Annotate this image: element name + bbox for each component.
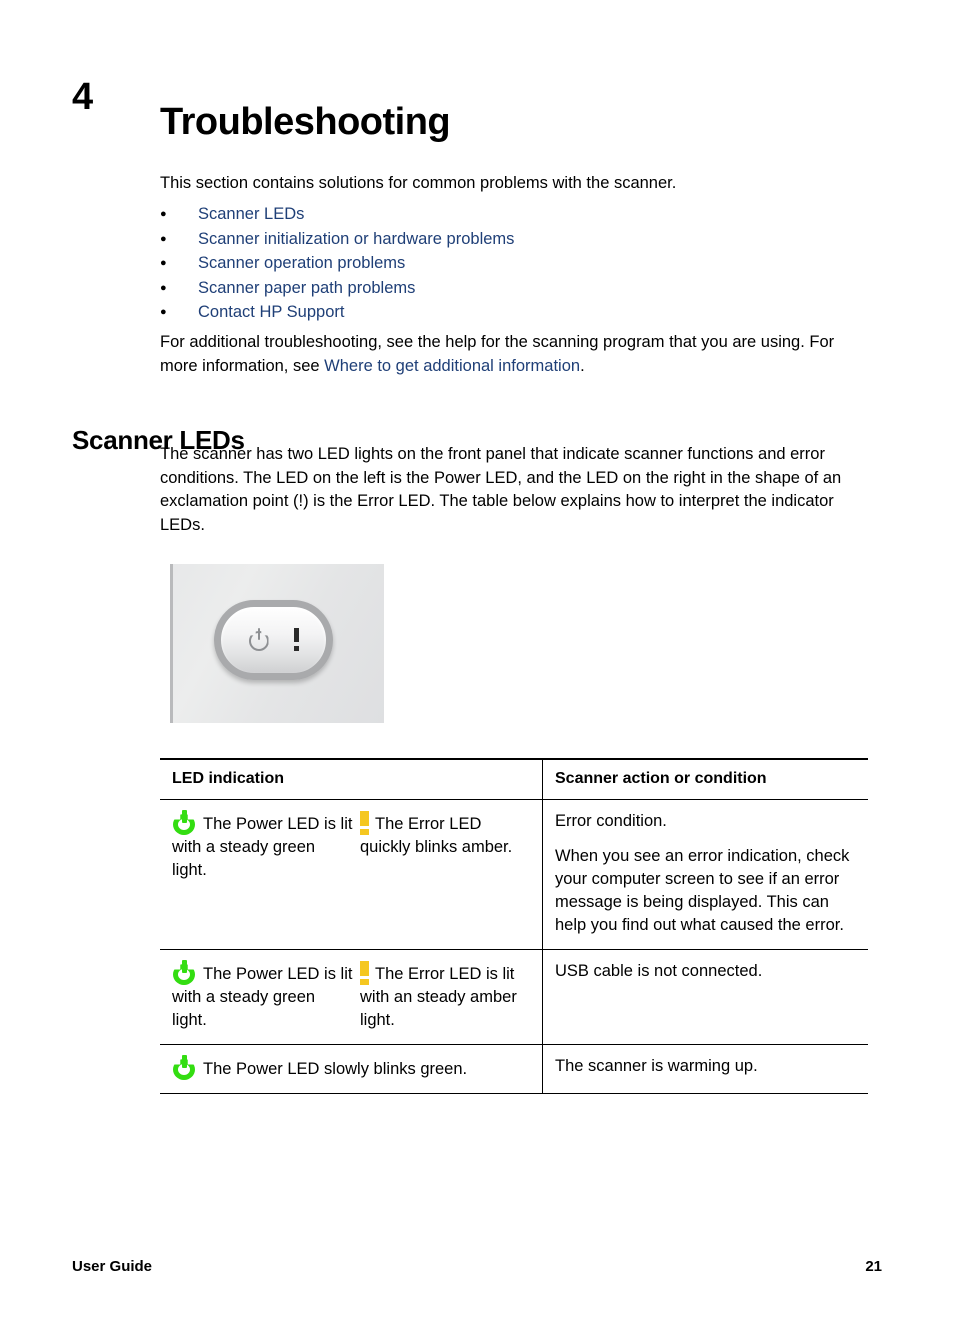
scanner-condition-cell: The scanner is warming up. xyxy=(542,1044,868,1094)
link-scanner-leds[interactable]: Scanner LEDs xyxy=(198,205,304,223)
document-page: 4 Troubleshooting This section contains … xyxy=(0,0,954,1321)
led-indication-table: LED indication Scanner action or conditi… xyxy=(160,758,868,1094)
condition-text-secondary: When you see an error indication, check … xyxy=(555,847,850,934)
footer-page-number: 21 xyxy=(865,1258,882,1275)
intro-block: This section contains solutions for comm… xyxy=(160,172,875,196)
list-item: Scanner LEDs xyxy=(160,201,875,227)
link-where-to-get-additional-information[interactable]: Where to get additional information xyxy=(324,357,580,375)
power-led-green-icon xyxy=(172,810,197,835)
power-led-text: The Power LED is lit with a steady green… xyxy=(172,815,353,879)
power-led-description: The Power LED slowly blinks green. xyxy=(172,1055,473,1081)
error-led-amber-icon xyxy=(360,810,369,835)
power-led-text: The Power LED slowly blinks green. xyxy=(203,1060,468,1078)
page-footer: User Guide 21 xyxy=(72,1258,882,1275)
button-glyphs xyxy=(248,628,299,651)
list-item: Scanner initialization or hardware probl… xyxy=(160,226,875,252)
additional-line2-suffix: . xyxy=(580,356,585,375)
link-scanner-operation[interactable]: Scanner operation problems xyxy=(198,254,405,272)
power-symbol-icon xyxy=(248,628,271,651)
led-indication-cell: The Power LED is lit with a steady green… xyxy=(160,799,543,950)
chapter-number: 4 xyxy=(72,76,93,118)
power-led-description: The Power LED is lit with a steady green… xyxy=(172,960,360,1032)
condition-text-primary: USB cable is not connected. xyxy=(555,962,763,980)
scanner-power-button-graphic xyxy=(214,600,333,680)
link-scanner-initialization[interactable]: Scanner initialization or hardware probl… xyxy=(198,230,514,248)
page-title: Troubleshooting xyxy=(160,101,451,144)
power-led-green-icon xyxy=(172,960,197,985)
table-row: The Power LED is lit with a steady green… xyxy=(160,799,868,950)
power-led-text: The Power LED is lit with a steady green… xyxy=(172,965,353,1029)
additional-paragraph: For additional troubleshooting, see the … xyxy=(160,331,875,378)
power-led-green-icon xyxy=(172,1055,197,1080)
led-indication-cell: The Power LED slowly blinks green. xyxy=(160,1044,543,1094)
error-led-text: The Error LED quickly blinks amber. xyxy=(360,815,513,856)
power-led-description: The Power LED is lit with a steady green… xyxy=(172,810,360,882)
table-header-row: LED indication Scanner action or conditi… xyxy=(160,758,868,800)
error-led-amber-icon xyxy=(360,960,369,985)
led-indication-cell: The Power LED is lit with a steady green… xyxy=(160,949,543,1045)
table-row: The Power LED slowly blinks green. The s… xyxy=(160,1044,868,1094)
intro-paragraph: This section contains solutions for comm… xyxy=(160,174,677,192)
additional-line1: For additional troubleshooting, see the … xyxy=(160,333,805,351)
column-header-led-indication: LED indication xyxy=(160,758,543,800)
list-item: Contact HP Support xyxy=(160,299,875,325)
error-led-description: The Error LED is lit with an steady ambe… xyxy=(360,960,532,1032)
link-contact-hp-support[interactable]: Contact HP Support xyxy=(198,303,344,321)
column-header-scanner-action: Scanner action or condition xyxy=(542,758,868,800)
section-description: The scanner has two LED lights on the fr… xyxy=(160,445,842,534)
scanner-condition-cell: Error condition. When you see an error i… xyxy=(542,799,868,950)
footer-document-title: User Guide xyxy=(72,1258,153,1275)
condition-text-primary: Error condition. xyxy=(555,812,667,830)
condition-text-primary: The scanner is warming up. xyxy=(555,1057,758,1075)
list-item: Scanner operation problems xyxy=(160,250,875,276)
exclamation-mark-icon xyxy=(293,628,299,651)
error-led-text: The Error LED is lit with an steady ambe… xyxy=(360,965,517,1029)
error-led-description: The Error LED quickly blinks amber. xyxy=(360,810,532,882)
scanner-front-panel-image xyxy=(170,564,384,723)
link-scanner-paper-path[interactable]: Scanner paper path problems xyxy=(198,279,415,297)
additional-info-block: For additional troubleshooting, see the … xyxy=(160,331,875,378)
scanner-condition-cell: USB cable is not connected. xyxy=(542,949,868,1045)
table-row: The Power LED is lit with a steady green… xyxy=(160,949,868,1045)
section-description-block: The scanner has two LED lights on the fr… xyxy=(160,443,872,537)
section-links-list: Scanner LEDs Scanner initialization or h… xyxy=(160,201,875,325)
list-item: Scanner paper path problems xyxy=(160,275,875,301)
chapter-heading: 4 Troubleshooting xyxy=(72,78,882,167)
